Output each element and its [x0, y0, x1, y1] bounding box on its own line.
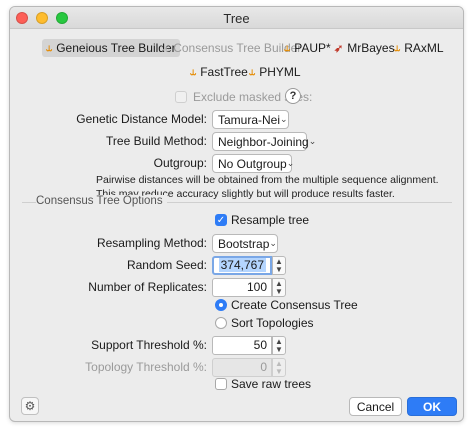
save-raw-trees-checkbox[interactable] [215, 378, 227, 390]
replicates-stepper[interactable]: ▲ ▼ [272, 278, 286, 297]
tab-label: Geneious Tree Builder [56, 41, 176, 55]
tab-label: FastTree [200, 65, 248, 79]
replicates-label: Number of Replicates: [88, 280, 207, 294]
chevron-down-icon: ⌄ [269, 238, 277, 248]
chevron-down-icon: ⌄ [308, 136, 317, 146]
outgroup-select[interactable]: No Outgroup ⌄ [212, 154, 295, 173]
tab-mrbayes[interactable]: ➶ MrBayes [330, 39, 399, 57]
replicates-input[interactable]: 100 [212, 278, 272, 297]
window-title: Tree [223, 11, 250, 26]
outgroup-label: Outgroup: [153, 156, 207, 170]
resample-tree-checkbox[interactable]: ✓ [215, 214, 227, 226]
chevron-down-icon: ⌄ [280, 114, 288, 124]
stepper-down-icon: ▼ [275, 264, 283, 274]
topology-threshold-label: Topology Threshold %: [85, 360, 207, 374]
random-seed-input[interactable]: 374,767 [212, 256, 272, 275]
sort-topologies-label: Sort Topologies [231, 316, 314, 330]
tree-dialog: Tree ⥿ Geneious Tree Builder ⥿ Consensus… [9, 6, 464, 422]
tab-raxml[interactable]: ⥿ RAxML [390, 39, 448, 57]
gear-icon[interactable]: ⚙ [21, 397, 39, 415]
tab-label: MrBayes [347, 41, 395, 55]
stepper-down-icon: ▼ [275, 286, 283, 296]
support-threshold-input[interactable]: 50 [212, 336, 272, 355]
resampling-method-select[interactable]: Bootstrap ⌄ [212, 234, 278, 253]
tree-icon: ⥿ [249, 65, 256, 78]
ok-button[interactable]: OK [407, 397, 457, 416]
select-value: Neighbor-Joining [218, 134, 309, 149]
support-threshold-stepper[interactable]: ▲ ▼ [272, 336, 286, 355]
sort-topologies-radio[interactable] [215, 317, 227, 329]
tab-phyml[interactable]: ⥿ PHYML [245, 63, 305, 81]
chevron-down-icon: ⌄ [286, 158, 295, 168]
cancel-button[interactable]: Cancel [349, 397, 402, 416]
genetic-distance-select[interactable]: Tamura-Nei ⌄ [212, 110, 289, 129]
tree-build-method-select[interactable]: Neighbor-Joining ⌄ [212, 132, 316, 151]
genetic-distance-label: Genetic Distance Model: [76, 112, 207, 126]
tree-icon: ⥿ [394, 41, 401, 54]
tree-icon: ⥿ [190, 65, 197, 78]
topology-threshold-input[interactable]: 0 [212, 358, 272, 377]
tab-label: PHYML [259, 65, 301, 79]
create-consensus-radio[interactable] [215, 299, 227, 311]
random-seed-label: Random Seed: [126, 258, 207, 272]
stepper-down-icon: ▼ [275, 366, 283, 376]
select-value: No Outgroup [218, 156, 287, 171]
create-consensus-label: Create Consensus Tree [231, 298, 358, 312]
random-seed-value: 374,767 [218, 258, 266, 272]
title-bar: Tree [10, 7, 463, 29]
random-seed-stepper[interactable]: ▲ ▼ [272, 256, 286, 275]
resampling-method-label: Resampling Method: [96, 236, 207, 250]
consensus-section-title: Consensus Tree Options [36, 195, 167, 207]
select-value: Bootstrap [218, 236, 270, 251]
tab-label: PAUP* [294, 41, 331, 55]
stepper-down-icon: ▼ [275, 344, 283, 354]
help-icon[interactable]: ? [285, 88, 301, 104]
tab-paup[interactable]: ⥿ PAUP* [280, 39, 335, 57]
tree-icon: ⥿ [163, 41, 170, 54]
resample-tree-label: Resample tree [231, 213, 310, 227]
mrbayes-icon: ➶ [334, 42, 344, 55]
tree-icon: ⥿ [46, 41, 53, 54]
save-raw-trees-label: Save raw trees [231, 377, 312, 391]
select-value: Tamura-Nei [218, 112, 281, 127]
exclude-masked-checkbox[interactable] [175, 91, 187, 103]
tab-label: RAxML [404, 41, 444, 55]
tree-build-method-label: Tree Build Method: [106, 134, 207, 148]
support-threshold-label: Support Threshold %: [91, 338, 207, 352]
tree-icon: ⥿ [284, 41, 291, 54]
tab-fasttree[interactable]: ⥿ FastTree [186, 63, 252, 81]
topology-threshold-stepper[interactable]: ▲ ▼ [272, 358, 286, 377]
info-line: Pairwise distances will be obtained from… [96, 174, 439, 186]
